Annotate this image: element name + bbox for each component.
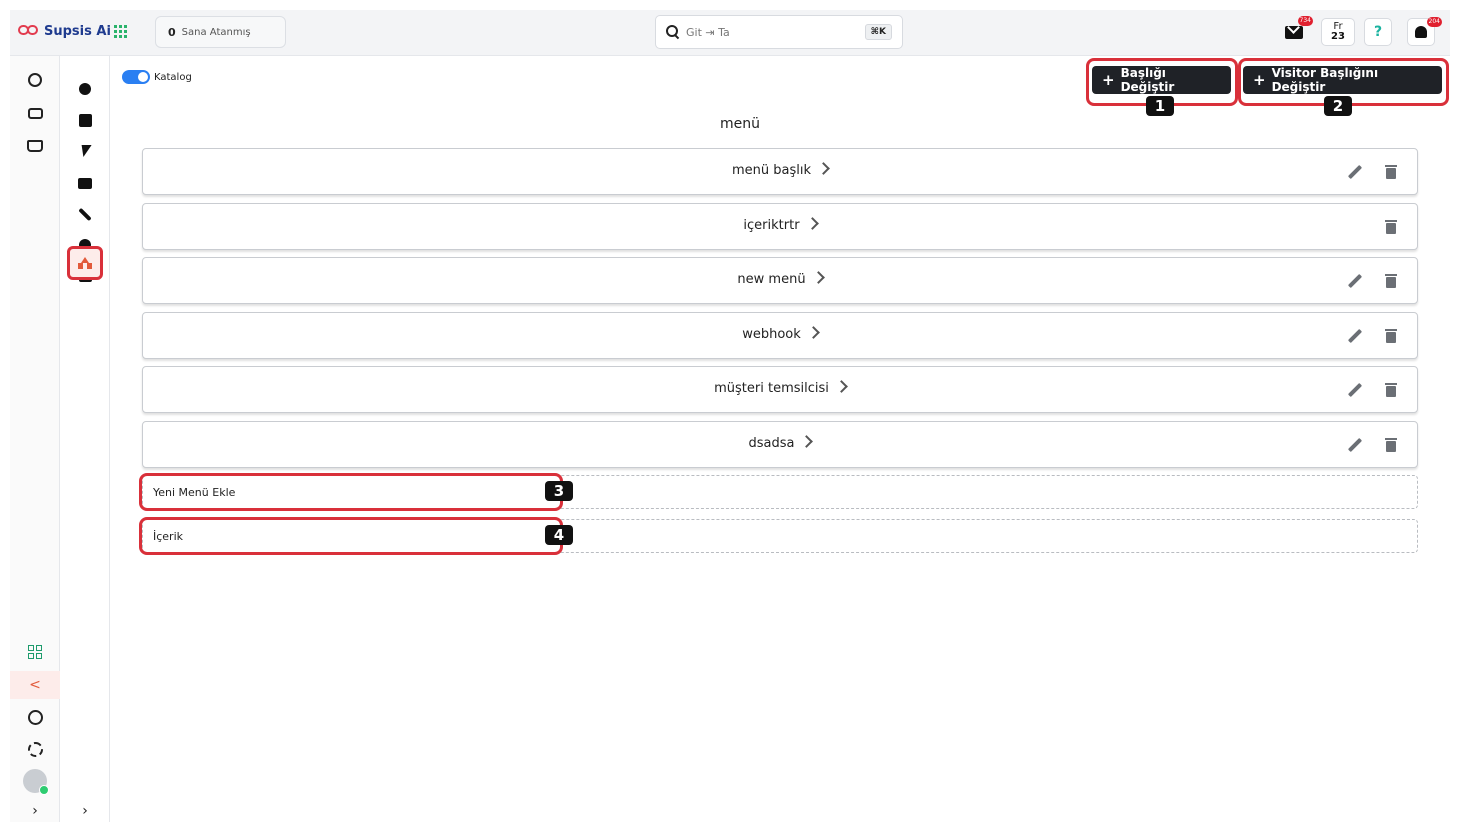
shapes-icon bbox=[78, 257, 92, 269]
search-shortcut: ⌘K bbox=[864, 24, 892, 40]
annotation-number-3: 3 bbox=[545, 481, 573, 501]
gear-icon[interactable] bbox=[60, 75, 110, 103]
menu-item-label: dsadsa bbox=[748, 435, 795, 451]
trash-icon[interactable] bbox=[1385, 273, 1397, 288]
bell-icon bbox=[1415, 26, 1427, 38]
pencil-icon[interactable] bbox=[1347, 437, 1363, 453]
menu-item[interactable]: webhook bbox=[142, 311, 1418, 359]
menu-item-label: webhook bbox=[742, 326, 801, 342]
clock-icon[interactable] bbox=[10, 703, 60, 731]
brand[interactable]: Supsis Ai bbox=[18, 22, 111, 40]
envelope-icon bbox=[1285, 25, 1303, 39]
chevron-right-icon: › bbox=[82, 803, 88, 819]
chevron-right-icon bbox=[811, 271, 825, 284]
chevron-right-icon bbox=[800, 434, 814, 448]
expand-primary-sidebar-button[interactable]: › bbox=[10, 797, 60, 825]
page-title: menü bbox=[720, 116, 760, 132]
pencil-icon[interactable] bbox=[1347, 164, 1363, 180]
catalog-label: Katalog bbox=[154, 71, 192, 83]
annotation-number-4: 4 bbox=[545, 525, 573, 545]
menu-item[interactable]: menü başlık bbox=[142, 148, 1418, 195]
app-frame: Supsis Ai 0 Sana Atanmış Git ⇥ Ta ⌘K 734… bbox=[10, 10, 1450, 822]
mail-badge: 734 bbox=[1297, 16, 1313, 26]
mail-button[interactable]: 734 bbox=[1283, 16, 1313, 46]
help-icon: ? bbox=[1373, 24, 1383, 40]
annotation-box-4 bbox=[139, 517, 563, 555]
settings-icon[interactable] bbox=[10, 735, 60, 763]
avatar[interactable] bbox=[10, 767, 60, 795]
share-icon[interactable]: < bbox=[10, 671, 60, 699]
catalog-toggle[interactable]: Katalog bbox=[122, 70, 192, 84]
menu-item[interactable]: dsadsa bbox=[142, 420, 1418, 468]
notifications-button[interactable]: 204 bbox=[1407, 17, 1442, 46]
inbox-icon[interactable] bbox=[10, 132, 60, 160]
pencil-icon[interactable] bbox=[1347, 328, 1363, 344]
toggle-switch[interactable] bbox=[122, 70, 150, 84]
assigned-label: Sana Atanmış bbox=[181, 26, 251, 38]
search-icon bbox=[666, 25, 680, 39]
search-input[interactable]: Git ⇥ Ta ⌘K bbox=[655, 15, 903, 49]
menu-item-label: müşteri temsilcisi bbox=[714, 381, 829, 396]
chat-icon[interactable] bbox=[60, 169, 110, 197]
trash-icon[interactable] bbox=[1385, 382, 1397, 397]
menu-item-label: içeriktrtr bbox=[743, 217, 800, 233]
annotation-number-1: 1 bbox=[1146, 96, 1174, 116]
secondary-sidebar: › bbox=[60, 56, 110, 822]
calendar-day-num: 23 bbox=[1331, 31, 1345, 42]
main-content: Katalog + Başlığı Değiştir + Visitor Baş… bbox=[110, 56, 1450, 822]
menu-item[interactable]: içeriktrtr bbox=[142, 202, 1418, 250]
menu-item-label: new menü bbox=[737, 272, 806, 287]
whatsapp-icon[interactable] bbox=[10, 66, 60, 94]
chevron-right-icon bbox=[835, 380, 848, 393]
chevron-right-icon bbox=[805, 216, 819, 230]
calendar-button[interactable]: Fr 23 bbox=[1321, 18, 1355, 46]
menu-item-label: menü başlık bbox=[731, 163, 811, 178]
app-grid-icon[interactable] bbox=[114, 25, 127, 38]
shapes-menu-item-highlight[interactable] bbox=[67, 246, 103, 280]
supsis-logo-icon bbox=[18, 22, 40, 40]
top-bar: Supsis Ai 0 Sana Atanmış Git ⇥ Ta ⌘K 734… bbox=[10, 10, 1450, 56]
bolt-icon[interactable] bbox=[60, 137, 110, 165]
wrench-icon[interactable] bbox=[60, 200, 110, 228]
chevron-right-icon: › bbox=[32, 803, 38, 819]
checkbox-icon[interactable] bbox=[60, 106, 110, 134]
annotation-number-2: 2 bbox=[1324, 96, 1352, 116]
assigned-count: 0 bbox=[168, 25, 176, 39]
contact-card-icon[interactable] bbox=[10, 99, 60, 127]
search-value: Git ⇥ Ta bbox=[686, 25, 730, 39]
bell-badge: 204 bbox=[1426, 17, 1442, 27]
menu-list: menü başlık içeriktrtr new menü webhook … bbox=[142, 148, 1418, 475]
assigned-to-me-button[interactable]: 0 Sana Atanmış bbox=[155, 16, 286, 48]
brand-name: Supsis Ai bbox=[44, 23, 111, 39]
menu-item[interactable]: new menü bbox=[142, 257, 1418, 304]
pencil-icon[interactable] bbox=[1347, 273, 1363, 289]
apps-icon[interactable] bbox=[10, 638, 60, 666]
trash-icon[interactable] bbox=[1385, 219, 1397, 234]
trash-icon[interactable] bbox=[1385, 437, 1397, 452]
menu-item[interactable]: müşteri temsilcisi bbox=[142, 366, 1418, 413]
pencil-icon[interactable] bbox=[1347, 382, 1363, 398]
chevron-right-icon bbox=[817, 162, 830, 175]
annotation-box-3 bbox=[139, 473, 563, 511]
expand-secondary-sidebar-button[interactable]: › bbox=[60, 797, 110, 825]
help-button[interactable]: ? bbox=[1364, 18, 1392, 46]
chevron-right-icon bbox=[806, 325, 820, 339]
primary-sidebar: < › bbox=[10, 56, 60, 822]
trash-icon[interactable] bbox=[1385, 328, 1397, 343]
trash-icon[interactable] bbox=[1385, 164, 1397, 179]
